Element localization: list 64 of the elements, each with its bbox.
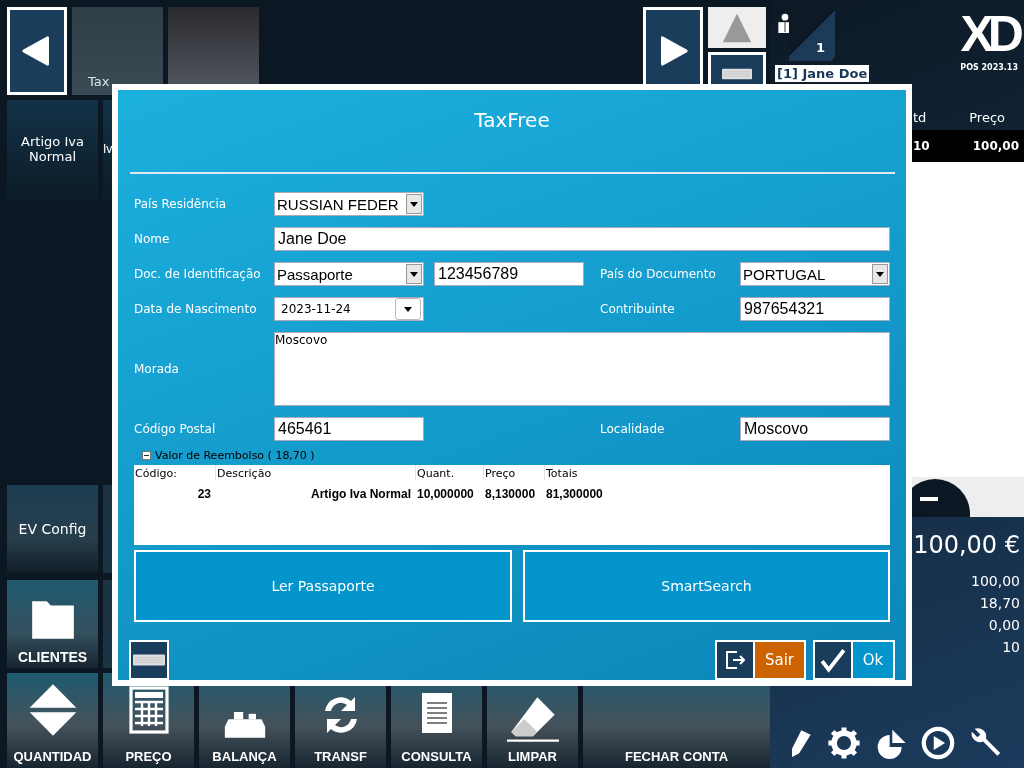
product-tile[interactable]: Artigo Iva Normal: [7, 100, 98, 200]
exit-icon: [723, 648, 747, 672]
play-button[interactable]: [921, 726, 955, 760]
dropdown[interactable]: PORTUGAL: [740, 262, 890, 286]
keyboard-icon: [722, 67, 752, 80]
column-header: Preço: [483, 465, 544, 480]
caret-icon: [876, 271, 884, 277]
back-button[interactable]: [7, 7, 67, 95]
input-field[interactable]: 465461: [274, 417, 424, 441]
exit-button[interactable]: Sair: [715, 640, 806, 680]
version-label: POS 2023.13: [960, 63, 1018, 72]
caret-icon: [410, 271, 418, 277]
input-field[interactable]: 123456789: [434, 262, 584, 286]
function-tile[interactable]: [103, 485, 113, 573]
dialog-title: TaxFree: [473, 107, 551, 134]
keyboard-button[interactable]: [129, 640, 169, 680]
column-header: Código:: [134, 466, 178, 480]
column-header: Preço: [969, 110, 1005, 125]
summary-value: 10: [1002, 639, 1020, 655]
play-icon: [921, 726, 955, 760]
caret-icon: [410, 201, 418, 207]
keyboard-icon: [133, 654, 165, 666]
column-header: Totais: [544, 465, 890, 480]
field-label: Código Postal: [134, 422, 217, 436]
settings-icon: [827, 726, 861, 760]
dropdown[interactable]: RUSSIAN FEDER: [274, 192, 424, 216]
field-label: País do Documento: [600, 267, 717, 281]
field-label: Doc. de Identificação: [134, 267, 262, 281]
field-label: Localidade: [600, 422, 666, 436]
function-button[interactable]: QUANTIDAD: [7, 673, 98, 768]
dropdown[interactable]: Passaporte: [274, 262, 424, 286]
summary-value: 18,70: [979, 595, 1020, 611]
settings-button[interactable]: [827, 726, 861, 760]
logo: XD: [960, 5, 1018, 63]
table-cell-text: 8,130000: [484, 486, 537, 501]
checkmark-icon: [820, 647, 846, 673]
input-field[interactable]: Moscovo: [740, 417, 890, 441]
field-label: Morada: [134, 362, 180, 376]
field-label: Contribuinte: [600, 302, 676, 316]
collapse-toggle[interactable]: [142, 451, 151, 460]
input-field[interactable]: 987654321: [740, 297, 890, 321]
client-name: [1] Jane Doe: [775, 65, 870, 82]
summary-value: 100,00: [971, 573, 1020, 589]
table-cell-text: 81,300000: [545, 486, 604, 501]
table-cell-text: 23: [196, 486, 212, 501]
column-header: Descrição: [215, 465, 415, 480]
date-picker[interactable]: 2023-11-24: [274, 297, 424, 321]
table-cell-text: Artigo Iva Normal: [309, 486, 412, 501]
text-area[interactable]: Moscovo: [274, 332, 890, 406]
field-label: País Residência: [134, 197, 228, 211]
field-label: Data de Nascimento: [134, 302, 258, 316]
refund-label: Valor de Reembolso ( 18,70 ): [155, 449, 315, 462]
summary-value: 0,00: [988, 617, 1020, 633]
table-cell-text: 10,000000: [416, 486, 475, 501]
input-field[interactable]: Jane Doe: [274, 227, 890, 251]
total-amount: 100,00 €: [912, 530, 1021, 559]
column-header: Quant.: [415, 465, 483, 480]
column-header: td: [913, 110, 927, 125]
product-tile[interactable]: Tax: [72, 7, 163, 95]
function-tile[interactable]: EV Config: [7, 485, 98, 573]
field-label: Nome: [134, 232, 171, 246]
function-tile[interactable]: [103, 580, 113, 668]
function-tile[interactable]: CLIENTES: [7, 580, 98, 668]
caret-icon: [404, 306, 412, 312]
